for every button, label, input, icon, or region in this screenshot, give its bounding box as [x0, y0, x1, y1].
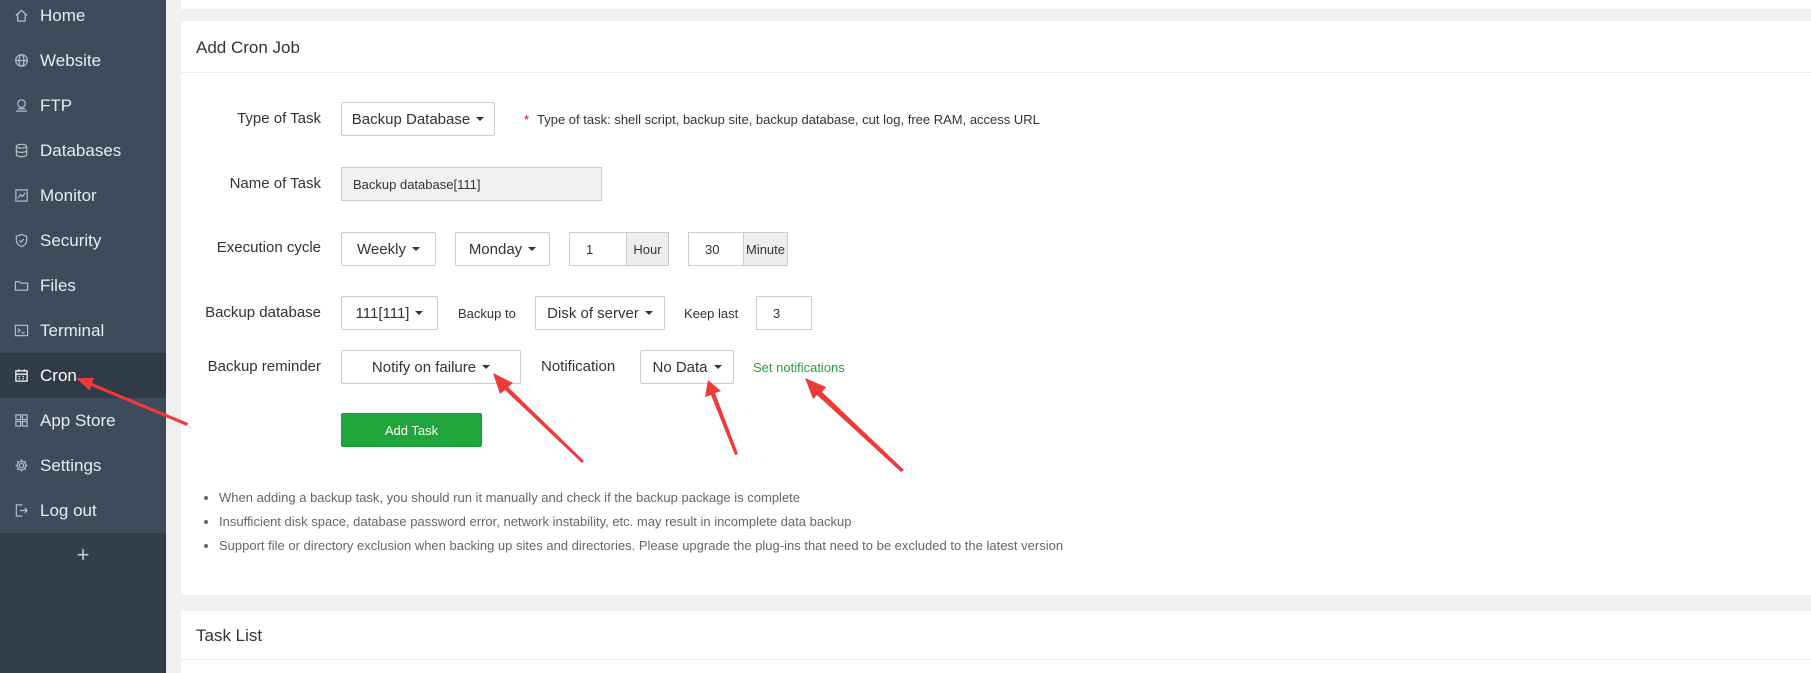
- sidebar-item-label: Files: [40, 275, 76, 295]
- sidebar-item-label: Security: [40, 230, 102, 250]
- caret-down-icon: [476, 117, 485, 121]
- task-name-value: Backup database[111]: [353, 176, 481, 192]
- backup-to-dropdown[interactable]: Disk of server: [535, 296, 665, 330]
- sidebar-item-settings[interactable]: Settings: [0, 443, 166, 488]
- sidebar-item-label: Monitor: [40, 185, 97, 205]
- list-item: Insufficient disk space, database passwo…: [201, 513, 1063, 537]
- sidebar-item-security[interactable]: Security: [0, 218, 166, 263]
- sidebar-item-label: Website: [40, 50, 102, 70]
- backup-database-label: Backup database: [205, 304, 321, 321]
- add-shortcut-button[interactable]: +: [0, 532, 166, 577]
- sidebar-item-label: Log out: [40, 500, 97, 520]
- database-dropdown[interactable]: 111[111]: [341, 296, 438, 330]
- execution-cycle-label: Execution cycle: [216, 239, 321, 256]
- sidebar-item-log-out[interactable]: Log out: [0, 488, 166, 533]
- backup-reminder-label: Backup reminder: [207, 358, 321, 375]
- sidebar-item-databases[interactable]: Databases: [0, 128, 166, 173]
- task-type-hint: Type of task: shell script, backup site,…: [537, 112, 1040, 127]
- divider: [181, 72, 1811, 73]
- home-icon: [13, 8, 29, 24]
- sidebar-item-ftp[interactable]: FTP: [0, 83, 166, 128]
- gear-icon: [13, 458, 29, 474]
- bullet-icon: [204, 520, 208, 524]
- keep-last-label: Keep last: [684, 306, 739, 321]
- calendar-icon: [13, 368, 29, 384]
- minute-value: 30: [705, 241, 720, 257]
- task-name-input[interactable]: Backup database[111]: [341, 167, 602, 201]
- task-type-value: Backup Database: [351, 110, 471, 128]
- tips-list: When adding a backup task, you should ru…: [201, 489, 1063, 561]
- name-of-task-label: Name of Task: [229, 175, 321, 192]
- sidebar-item-cron[interactable]: Cron: [0, 353, 166, 398]
- panel-title: Task List: [196, 626, 263, 645]
- bullet-icon: [204, 544, 208, 548]
- sidebar-item-label: App Store: [40, 410, 116, 430]
- database-value: 111[111]: [355, 304, 410, 322]
- hour-input[interactable]: 1: [569, 232, 627, 266]
- sidebar-item-label: Cron: [40, 365, 77, 385]
- sidebar-item-website[interactable]: Website: [0, 38, 166, 83]
- sidebar-item-app-store[interactable]: App Store: [0, 398, 166, 443]
- sidebar-item-files[interactable]: Files: [0, 263, 166, 308]
- weekday-dropdown[interactable]: Monday: [455, 232, 550, 266]
- list-item: When adding a backup task, you should ru…: [201, 489, 1063, 513]
- sidebar-item-label: Terminal: [40, 320, 105, 340]
- caret-down-icon: [644, 311, 653, 315]
- database-icon: [13, 143, 29, 159]
- task-list-panel: Task List: [181, 611, 1811, 673]
- add-cron-job-panel: Add Cron Job Type of Task Backup Databas…: [181, 21, 1811, 595]
- notification-label: Notification: [541, 358, 616, 375]
- terminal-icon: [13, 323, 29, 339]
- apps-grid-icon: [13, 413, 29, 429]
- shield-icon: [13, 233, 29, 249]
- set-notifications-link[interactable]: Set notifications: [753, 360, 845, 375]
- logout-icon: [13, 503, 29, 519]
- task-type-dropdown[interactable]: Backup Database: [341, 102, 495, 136]
- minute-unit-addon: Minute: [743, 232, 788, 266]
- panel-title: Add Cron Job: [196, 38, 300, 57]
- notification-value: No Data: [652, 358, 708, 376]
- divider: [181, 659, 1811, 660]
- caret-down-icon: [482, 365, 491, 369]
- sidebar-item-monitor[interactable]: Monitor: [0, 173, 166, 218]
- sidebar-item-label: Home: [40, 5, 86, 25]
- keep-last-value: 3: [773, 305, 781, 321]
- tip-text: When adding a backup task, you should ru…: [219, 490, 801, 505]
- keep-last-input[interactable]: 3: [756, 296, 812, 330]
- backup-to-value: Disk of server: [547, 304, 639, 322]
- caret-down-icon: [528, 247, 537, 251]
- weekday-value: Monday: [468, 240, 523, 258]
- sidebar-item-label: Databases: [40, 140, 122, 160]
- globe-icon: [13, 53, 29, 69]
- monitor-icon: [13, 188, 29, 204]
- ftp-icon: [13, 98, 29, 114]
- folder-icon: [13, 278, 29, 294]
- bullet-icon: [204, 496, 208, 500]
- add-task-button[interactable]: Add Task: [341, 413, 482, 447]
- sidebar: Home Website FTP Databases Monitor Secur…: [0, 0, 166, 673]
- cycle-value: Weekly: [357, 240, 406, 258]
- sidebar-item-label: FTP: [40, 95, 73, 115]
- previous-panel-edge: [181, 0, 1811, 9]
- tip-text: Insufficient disk space, database passwo…: [219, 514, 852, 529]
- tip-text: Support file or directory exclusion when…: [219, 538, 1064, 553]
- hour-unit-addon: Hour: [626, 232, 669, 266]
- caret-down-icon: [713, 365, 722, 369]
- hour-value: 1: [586, 241, 594, 257]
- minute-input[interactable]: 30: [688, 232, 744, 266]
- required-mark: *: [524, 112, 530, 127]
- caret-down-icon: [411, 247, 420, 251]
- reminder-dropdown[interactable]: Notify on failure: [341, 350, 521, 384]
- backup-to-label: Backup to: [458, 306, 516, 321]
- notification-dropdown[interactable]: No Data: [640, 350, 734, 384]
- cycle-dropdown[interactable]: Weekly: [341, 232, 436, 266]
- sidebar-item-label: Settings: [40, 455, 102, 475]
- list-item: Support file or directory exclusion when…: [201, 537, 1063, 561]
- caret-down-icon: [415, 311, 424, 315]
- sidebar-item-terminal[interactable]: Terminal: [0, 308, 166, 353]
- reminder-value: Notify on failure: [371, 358, 477, 376]
- type-of-task-label: Type of Task: [237, 110, 321, 127]
- sidebar-item-home[interactable]: Home: [0, 0, 166, 38]
